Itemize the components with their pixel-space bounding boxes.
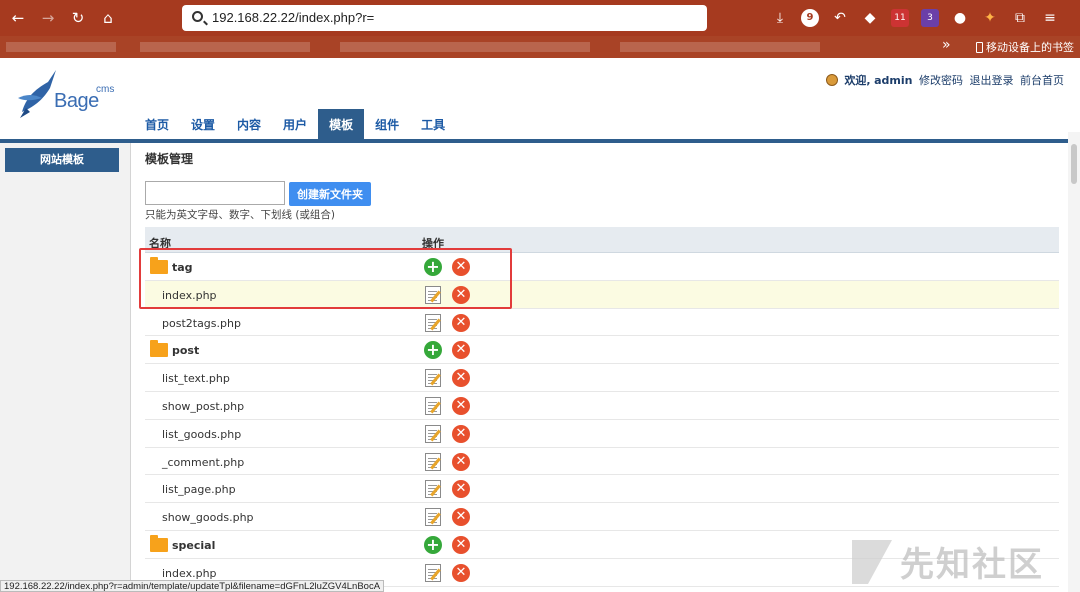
browser-toolbar: ← → ↻ ⌂ 192.168.22.22/index.php?r= ⤓ 9 ↶… [0, 0, 1080, 36]
address-bar[interactable]: 192.168.22.22/index.php?r= [182, 5, 707, 31]
delete-icon[interactable]: ✕ [452, 480, 470, 499]
home-icon[interactable]: ⌂ [98, 8, 118, 28]
menu-icon[interactable]: ≡ [1041, 9, 1059, 27]
extension-badge[interactable]: 9 [801, 9, 819, 27]
phone-icon [976, 42, 983, 53]
bagecms-logo[interactable]: cms Bage [16, 68, 116, 120]
status-bar-url: 192.168.22.22/index.php?r=admin/template… [0, 580, 385, 592]
edit-file-icon[interactable] [425, 313, 441, 332]
file-row: _comment.php ✕ [145, 448, 1059, 476]
bookmark-blurred[interactable] [340, 42, 590, 52]
user-bar: 欢迎, admin 修改密码 退出登录 前台首页 [825, 72, 1064, 88]
logo-bage-text: Bage [54, 90, 99, 112]
edit-file-icon[interactable] [425, 563, 441, 582]
undo-icon[interactable]: ↶ [831, 9, 849, 27]
welcome-text: 欢迎, [844, 74, 871, 87]
add-file-icon[interactable]: + [424, 535, 442, 554]
file-row: post2tags.php ✕ [145, 309, 1059, 337]
page-title: 模板管理 [145, 152, 194, 166]
bookmark-blurred[interactable] [6, 42, 116, 52]
delete-icon[interactable]: ✕ [452, 369, 470, 388]
tab-content[interactable]: 内容 [226, 109, 272, 139]
delete-icon[interactable]: ✕ [452, 424, 470, 443]
highlight-box [139, 248, 512, 309]
delete-icon[interactable]: ✕ [452, 452, 470, 471]
diamond-extension-icon[interactable]: ◆ [861, 9, 879, 27]
add-file-icon[interactable]: + [424, 341, 442, 360]
watermark-text: 先知社区 [900, 545, 1044, 585]
edit-file-icon[interactable] [425, 508, 441, 527]
file-row: list_page.php ✕ [145, 475, 1059, 504]
file-row: list_goods.php ✕ [145, 420, 1059, 448]
extension-icon-purple[interactable]: 3 [921, 9, 939, 27]
mobile-bookmarks-label: 移动设备上的书签 [986, 41, 1074, 54]
file-name[interactable]: show_goods.php [162, 511, 254, 524]
bookmark-blurred[interactable] [140, 42, 310, 52]
delete-icon[interactable]: ✕ [452, 341, 470, 360]
hat-extension-icon[interactable]: ● [951, 9, 969, 27]
tab-home[interactable]: 首页 [134, 109, 180, 139]
nav-divider [0, 139, 1068, 143]
edit-file-icon[interactable] [425, 480, 441, 499]
change-password-link[interactable]: 修改密码 [919, 74, 963, 87]
user-avatar-icon [825, 74, 838, 86]
download-icon[interactable]: ⤓ [771, 9, 789, 27]
edit-file-icon[interactable] [425, 452, 441, 471]
bookmark-blurred[interactable] [620, 42, 820, 52]
delete-icon[interactable]: ✕ [452, 535, 470, 554]
bird-logo-icon [18, 70, 56, 118]
main-nav: 首页 设置 内容 用户 模板 组件 工具 [134, 109, 456, 139]
tab-users[interactable]: 用户 [272, 109, 318, 139]
file-row: list_text.php ✕ [145, 364, 1059, 392]
file-row: show_goods.php ✕ [145, 503, 1059, 531]
watermark: 先知社区 [852, 537, 1044, 586]
tab-components[interactable]: 组件 [364, 109, 410, 139]
username: admin [874, 74, 913, 87]
sidebar: 网站模板 [0, 143, 131, 592]
puzzle-icon[interactable]: ⧉ [1011, 9, 1029, 27]
back-arrow-icon[interactable]: ← [8, 8, 28, 28]
file-name[interactable]: list_text.php [162, 372, 230, 385]
extension-icon-red[interactable]: 11 [891, 9, 909, 27]
url-text: 192.168.22.22/index.php?r= [212, 10, 375, 25]
folder-icon [150, 340, 168, 358]
tab-templates[interactable]: 模板 [318, 109, 365, 139]
file-row: show_post.php ✕ [145, 392, 1059, 420]
mobile-bookmarks[interactable]: 移动设备上的书签 [976, 39, 1074, 55]
edit-file-icon[interactable] [425, 369, 441, 388]
delete-icon[interactable]: ✕ [452, 313, 470, 332]
page-scrollbar[interactable] [1068, 132, 1080, 592]
file-name[interactable]: _comment.php [162, 456, 244, 469]
folder-name-hint: 只能为英文字母、数字、下划线 (或组合) [145, 209, 336, 221]
delete-icon[interactable]: ✕ [452, 563, 470, 582]
file-name[interactable]: post2tags.php [162, 317, 241, 330]
frontend-home-link[interactable]: 前台首页 [1020, 74, 1064, 87]
scrollbar-thumb[interactable] [1071, 144, 1077, 184]
delete-icon[interactable]: ✕ [452, 396, 470, 415]
edit-file-icon[interactable] [425, 424, 441, 443]
logout-link[interactable]: 退出登录 [970, 74, 1014, 87]
file-name[interactable]: index.php [162, 567, 217, 580]
folder-name-input[interactable] [145, 181, 285, 205]
watermark-logo-icon [852, 540, 892, 584]
folder-row: post + ✕ [145, 336, 1059, 365]
create-folder-button[interactable]: 创建新文件夹 [289, 182, 371, 206]
file-name[interactable]: list_goods.php [162, 428, 241, 441]
folder-icon [150, 534, 168, 552]
tab-settings[interactable]: 设置 [180, 109, 226, 139]
bookmarks-overflow-icon[interactable]: » [942, 37, 951, 53]
folder-name[interactable]: post [172, 344, 199, 357]
file-name[interactable]: show_post.php [162, 400, 244, 413]
reload-icon[interactable]: ↻ [68, 8, 88, 28]
folder-name[interactable]: special [172, 539, 215, 552]
fox-extension-icon[interactable]: ✦ [981, 9, 999, 27]
edit-file-icon[interactable] [425, 396, 441, 415]
forward-arrow-icon[interactable]: → [38, 8, 58, 28]
delete-icon[interactable]: ✕ [452, 508, 470, 527]
file-name[interactable]: list_page.php [162, 483, 236, 496]
sidebar-item-site-templates[interactable]: 网站模板 [5, 148, 119, 172]
tab-tools[interactable]: 工具 [410, 109, 456, 139]
search-icon [192, 11, 203, 22]
